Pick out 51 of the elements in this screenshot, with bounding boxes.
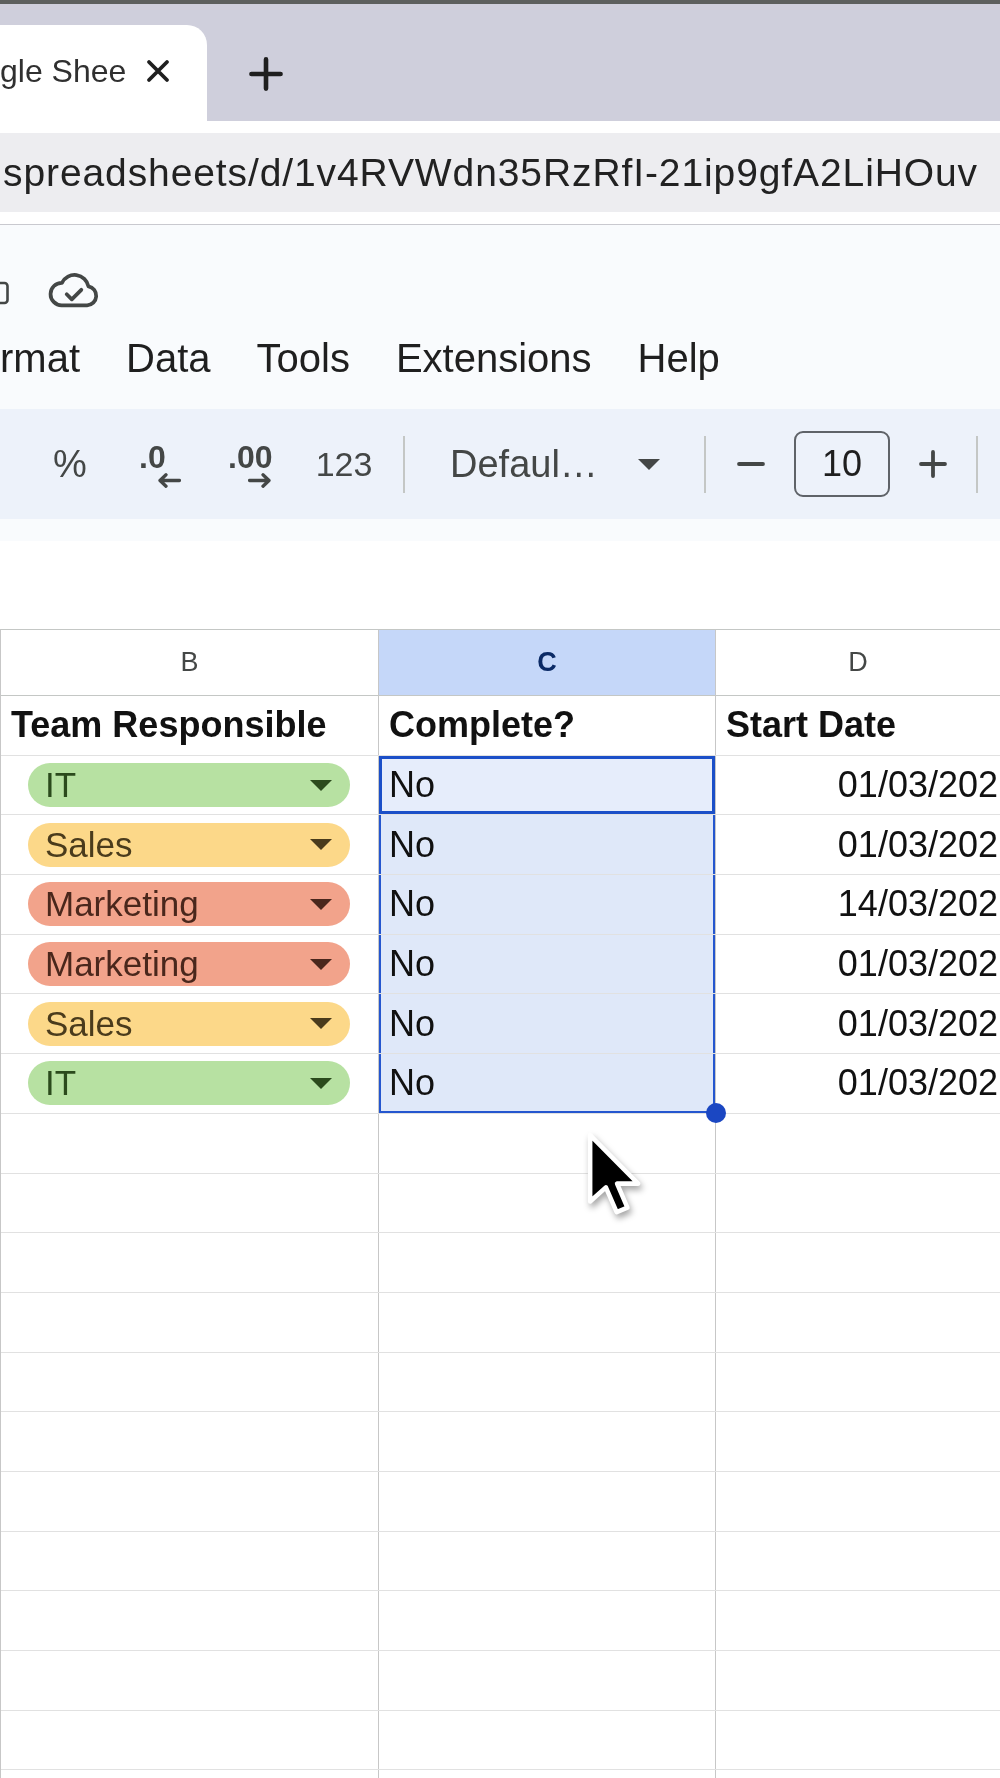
plus-icon[interactable] <box>919 450 947 478</box>
dropdown-chip[interactable]: IT <box>28 763 350 808</box>
increase-decimal-button[interactable]: .00 <box>222 440 280 488</box>
table-cell: Team Responsible <box>1 696 379 755</box>
table-cell: No <box>379 875 716 934</box>
address-bar[interactable]: spreadsheets/d/1v4RVWdn35RzRfI-21ip9gfA2LiHOuv <box>0 133 1000 212</box>
table-cell-text: 14/03/202 <box>836 882 999 927</box>
table-cell-text: 01/03/202 <box>836 822 999 867</box>
font-dropdown[interactable]: Defaul… <box>440 442 672 486</box>
menu-item[interactable]: Tools <box>256 336 350 380</box>
table-cell-text: 01/03/202 <box>836 1061 999 1106</box>
caret-icon <box>310 1018 332 1030</box>
caret-icon <box>310 1077 332 1089</box>
close-icon[interactable] <box>146 59 171 83</box>
table-cell-text: 01/03/202 <box>836 1001 999 1046</box>
caret-icon <box>638 458 660 470</box>
decrease-decimal-button[interactable]: .0 <box>133 440 189 488</box>
caret-icon <box>310 898 332 910</box>
dropdown-chip[interactable]: Marketing <box>28 942 350 987</box>
caret-icon <box>310 779 332 791</box>
cloud-check-icon[interactable] <box>48 272 99 308</box>
table-cell: No <box>379 755 716 815</box>
menu-item[interactable]: Data <box>126 336 211 380</box>
dropdown-chip[interactable]: Sales <box>28 822 350 867</box>
browser-tab[interactable]: gle Shee <box>0 25 207 121</box>
column-header[interactable]: D <box>716 629 1000 696</box>
menu-item[interactable]: rmat <box>0 336 80 380</box>
table-cell-text: 01/03/202 <box>836 763 999 808</box>
fill-handle[interactable] <box>706 1102 726 1123</box>
caret-icon <box>310 958 332 970</box>
plus-icon[interactable] <box>249 57 283 91</box>
number-format-button[interactable]: 123 <box>314 444 374 484</box>
caret-icon <box>310 839 332 851</box>
table-cell: Complete? <box>379 696 716 755</box>
table-cell: No <box>379 815 716 875</box>
table-cell: No <box>379 1054 716 1113</box>
table-cell-text: 01/03/202 <box>836 942 999 987</box>
dropdown-chip[interactable]: IT <box>28 1061 350 1106</box>
dropdown-chip[interactable]: Marketing <box>28 882 350 927</box>
table-cell-text: Start Date <box>725 703 898 748</box>
right-arrow-icon <box>248 472 272 488</box>
menu-item[interactable]: Help <box>637 336 720 380</box>
left-arrow-icon <box>157 472 181 488</box>
font-size-field[interactable]: 10 <box>794 431 890 497</box>
table-cell: No <box>379 934 716 994</box>
table-cell: No <box>379 994 716 1054</box>
percent-button[interactable]: % <box>46 442 94 486</box>
dropdown-chip[interactable]: Sales <box>28 1001 350 1046</box>
column-header[interactable]: C <box>379 629 716 696</box>
menu-item[interactable]: Extensions <box>395 336 592 380</box>
column-header[interactable]: B <box>1 629 379 696</box>
